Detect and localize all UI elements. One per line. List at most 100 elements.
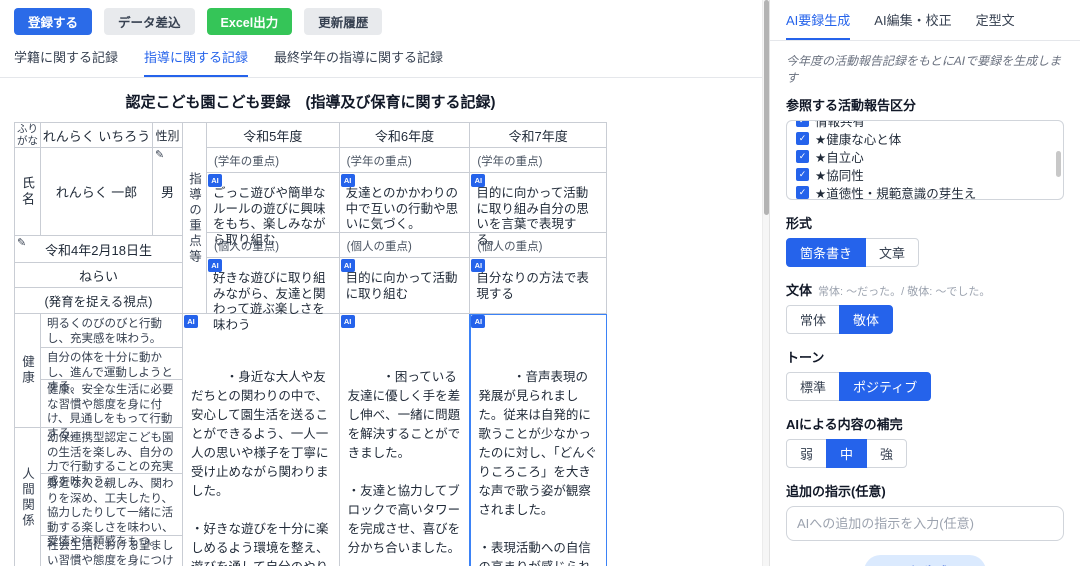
tone-label: トーン xyxy=(786,347,1064,366)
supplement-options: 弱 中 強 xyxy=(786,439,907,468)
year-header-r7: 令和7年度 xyxy=(470,123,607,148)
category-item: 健康、安全な生活に必要な習慣や態度を身に付け、見通しをもって行動する。 xyxy=(41,380,183,428)
category-item: 身近な人と親しみ、関わりを深め、工夫したり、協力したりして一緒に活動する楽しさを… xyxy=(41,474,183,536)
ai-badge-icon: AI xyxy=(341,174,355,187)
student-info-block: ふりがな れんらく いちろう 性別 氏名 れんらく 一郎 ✎ 男 xyxy=(15,123,183,314)
record-editor-area: 登録する データ差込 Excel出力 更新履歴 学籍に関する記録 指導に関する記… xyxy=(0,0,769,566)
furigana-label: ふりがな xyxy=(15,123,41,148)
tab-shidou-record[interactable]: 指導に関する記録 xyxy=(144,47,248,77)
guidance-notes-r6[interactable]: AI ・困っている友達に優しく手を差し伸べ、一緒に問題を解決することができました… xyxy=(340,314,471,566)
name-label-text: 氏名 xyxy=(18,176,37,208)
ai-badge-icon: AI xyxy=(471,174,485,187)
tone-section: トーン 標準 ポジティブ xyxy=(786,347,1064,401)
tab-final-year-record[interactable]: 最終学年の指導に関する記録 xyxy=(274,47,443,77)
report-category-item-label: ★協同性 xyxy=(815,165,864,184)
guidance-focus-header-text: 指導の重点等 xyxy=(185,172,204,265)
checkbox-checked-icon[interactable]: ✓ xyxy=(796,186,809,199)
checkbox-checked-icon[interactable]: ✓ xyxy=(796,168,809,181)
kojin-focus-r6[interactable]: AI 目的に向かって活動に取り組む xyxy=(340,258,471,314)
report-category-item[interactable]: ✓ ★自立心 xyxy=(796,147,1051,165)
left-scrollbar-thumb[interactable] xyxy=(764,0,769,215)
update-history-button[interactable]: 更新履歴 xyxy=(304,8,382,35)
nerai-header: ねらい xyxy=(15,263,183,288)
tone-option-positive[interactable]: ポジティブ xyxy=(839,372,931,401)
ai-badge-icon: AI xyxy=(471,315,485,328)
report-category-item-label: ★自立心 xyxy=(815,147,864,166)
supplement-option-medium[interactable]: 中 xyxy=(826,439,867,468)
format-section: 形式 箇条書き 文章 xyxy=(786,213,1064,267)
ai-generate-button[interactable]: AI要録生成 ➢ xyxy=(864,555,986,566)
style-option-joutai[interactable]: 常体 xyxy=(786,305,840,334)
page-title: 認定こども園こども要録 (指導及び保育に関する記録) xyxy=(14,91,607,112)
register-button[interactable]: 登録する xyxy=(14,8,92,35)
guidance-notes-r7[interactable]: AI ・音声表現の発展が見られました。従来は自発的に歌うことが少なかったのに対し… xyxy=(470,314,607,566)
edit-birthdate-icon[interactable]: ✎ xyxy=(17,238,26,249)
ai-badge-icon: AI xyxy=(184,315,198,328)
ai-panel: AI要録生成 AI編集・校正 定型文 今年度の活動報告記録をもとにAIで要録を生… xyxy=(769,0,1080,566)
gakunen-focus-label-r6: (学年の重点) xyxy=(340,148,471,173)
format-options: 箇条書き 文章 xyxy=(786,238,919,267)
tab-ai-edit-proofread[interactable]: AI編集・校正 xyxy=(874,10,951,40)
additional-instructions-input[interactable] xyxy=(786,506,1064,541)
category-health-label: 健康 xyxy=(15,314,41,428)
furigana-value: れんらく いちろう xyxy=(41,123,153,148)
ai-badge-icon: AI xyxy=(208,174,222,187)
left-scrollbar[interactable] xyxy=(762,0,769,566)
year-header-r6: 令和6年度 xyxy=(340,123,471,148)
tab-template-text[interactable]: 定型文 xyxy=(976,10,1015,40)
gakunen-focus-r5[interactable]: AI ごっこ遊びや簡単なルールの遊びに興味をもち、楽しみながら取り組む xyxy=(207,173,340,233)
gender-label: 性別 xyxy=(153,123,183,148)
list-scrollbar-thumb[interactable] xyxy=(1056,151,1061,177)
gender-value: ✎ 男 xyxy=(153,148,183,236)
category-item: 自分の体を十分に動かし、進んで運動しようとする。 xyxy=(41,348,183,380)
format-option-kajougaki[interactable]: 箇条書き xyxy=(786,238,866,267)
checkbox-checked-icon[interactable]: ✓ xyxy=(796,150,809,163)
category-item: 社会生活における望ましい習慣や態度を身につける。 xyxy=(41,536,183,566)
tone-option-standard[interactable]: 標準 xyxy=(786,372,840,401)
data-insert-button[interactable]: データ差込 xyxy=(104,8,195,35)
report-category-item[interactable]: ✓ ★健康な心と体 xyxy=(796,129,1051,147)
style-option-keitai[interactable]: 敬体 xyxy=(839,305,893,334)
guidance-notes-r7-text: ・音声表現の発展が見られました。従来は自発的に歌うことが少なかったのに対し、「ど… xyxy=(478,370,597,566)
category-relations-label: 人間関係 xyxy=(15,428,41,566)
excel-export-button[interactable]: Excel出力 xyxy=(207,8,293,35)
edit-gender-icon[interactable]: ✎ xyxy=(155,150,164,161)
tone-options: 標準 ポジティブ xyxy=(786,372,931,401)
viewpoint-header: (発育を捉える視点) xyxy=(15,288,183,314)
guidance-focus-header: 指導の重点等 xyxy=(183,123,207,314)
kojin-focus-label-r6: (個人の重点) xyxy=(340,233,471,258)
record-table: ふりがな れんらく いちろう 性別 氏名 れんらく 一郎 ✎ 男 xyxy=(14,122,607,566)
birthdate-cell: ✎ 令和4年2月18日生 xyxy=(15,236,183,263)
category-health-label-text: 健康 xyxy=(18,355,37,386)
guidance-notes-r5[interactable]: AI ・身近な大人や友だちとの関わりの中で、安心して園生活を送ることができるよう… xyxy=(183,314,340,566)
format-option-bunshou[interactable]: 文章 xyxy=(865,238,919,267)
tab-ai-youroku-generate[interactable]: AI要録生成 xyxy=(786,10,850,40)
report-category-item[interactable]: ✓ ★協同性 xyxy=(796,165,1051,183)
ai-generate-button-label: AI要録生成 xyxy=(884,562,949,566)
supplement-option-strong[interactable]: 強 xyxy=(866,439,907,468)
ai-badge-icon: AI xyxy=(208,259,222,272)
record-tabs: 学籍に関する記録 指導に関する記録 最終学年の指導に関する記録 xyxy=(0,47,769,78)
kojin-focus-r7[interactable]: AI 自分なりの方法で表現する xyxy=(470,258,607,314)
gakunen-focus-r6-text: 友達とのかかわりの中で互いの行動や思いに気づく。 xyxy=(346,186,459,231)
year-column-r6: 令和6年度 (学年の重点) AI 友達とのかかわりの中で互いの行動や思いに気づく… xyxy=(340,123,471,314)
tab-gakuseki-record[interactable]: 学籍に関する記録 xyxy=(14,47,118,77)
supplement-option-weak[interactable]: 弱 xyxy=(786,439,827,468)
ai-panel-description: 今年度の活動報告記録をもとにAIで要録を生成します xyxy=(786,52,1064,86)
kojin-focus-r5[interactable]: AI 好きな遊びに取り組みながら、友達と関わって遊ぶ楽しさを味わう xyxy=(207,258,340,314)
app-window: 登録する データ差込 Excel出力 更新履歴 学籍に関する記録 指導に関する記… xyxy=(0,0,1080,566)
gakunen-focus-label-r5: (学年の重点) xyxy=(207,148,340,173)
style-options: 常体 敬体 xyxy=(786,305,893,334)
report-category-list[interactable]: ✓ 情報共有 ✓ ★健康な心と体 ✓ ★自立心 ✓ ★協同性 ✓ ★道徳性・ xyxy=(786,120,1064,200)
ai-badge-icon: AI xyxy=(341,315,355,328)
additional-instructions-section: 追加の指示(任意) xyxy=(786,481,1064,500)
checkbox-checked-icon[interactable]: ✓ xyxy=(796,120,809,127)
category-relations: 人間関係 幼保連携型認定こども園の生活を楽しみ、自分の力で行動することの充実感を… xyxy=(15,428,183,566)
ai-panel-tabs: AI要録生成 AI編集・校正 定型文 xyxy=(770,0,1080,41)
ai-badge-icon: AI xyxy=(341,259,355,272)
checkbox-checked-icon[interactable]: ✓ xyxy=(796,132,809,145)
report-category-item[interactable]: ✓ ★道徳性・規範意識の芽生え xyxy=(796,183,1051,200)
gakunen-focus-r6[interactable]: AI 友達とのかかわりの中で互いの行動や思いに気づく。 xyxy=(340,173,471,233)
gakunen-focus-r7[interactable]: AI 目的に向かって活動に取り組み自分の思いを言葉で表現する。 xyxy=(470,173,607,233)
name-label: 氏名 xyxy=(15,148,41,236)
